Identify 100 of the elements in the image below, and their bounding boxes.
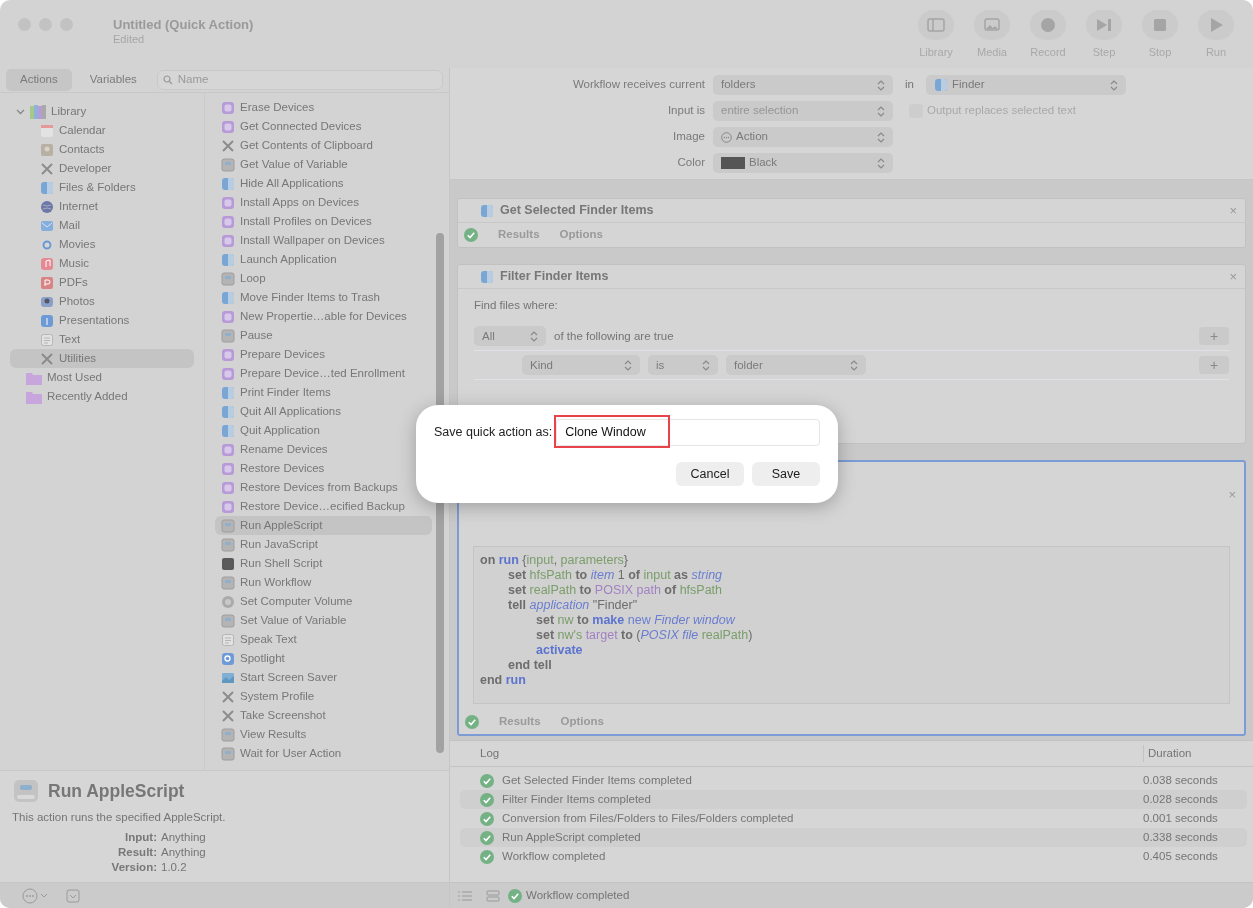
smart-group-item[interactable]: Recently Added (10, 387, 194, 406)
dropdown[interactable]: Kind (522, 355, 640, 376)
dialog-button[interactable]: Save (752, 462, 820, 486)
books-icon (30, 104, 46, 119)
pdf-document-icon (40, 275, 54, 290)
step-icon (1094, 16, 1114, 34)
smart-group-item[interactable]: Most Used (10, 368, 194, 387)
action-item[interactable]: Speak Text (215, 630, 432, 649)
action-item[interactable]: Print Finder Items (215, 383, 432, 402)
action-item[interactable]: Start Screen Saver (215, 668, 432, 687)
sidebar-icon (926, 16, 946, 34)
rounded-square-icon (221, 499, 235, 514)
close-button[interactable]: × (1229, 270, 1237, 283)
category-item[interactable]: Presentations (10, 311, 194, 330)
category-item[interactable]: Files & Folders (10, 178, 194, 197)
action-item[interactable]: Install Profiles on Devices (215, 212, 432, 231)
log-duration: 0.038 seconds (1143, 772, 1219, 788)
dropdown[interactable]: folders (713, 75, 893, 95)
action-item[interactable]: Restore Devices (215, 459, 432, 478)
category-item[interactable]: Contacts (10, 140, 194, 159)
action-item[interactable]: Wait for User Action (215, 744, 432, 763)
close-button[interactable]: × (1229, 204, 1237, 217)
rounded-square-icon (221, 233, 235, 248)
tab[interactable]: Variables (75, 69, 151, 91)
action-item[interactable]: Loop (215, 269, 432, 288)
action-item[interactable]: Get Value of Variable (215, 155, 432, 174)
card-tab[interactable]: Options (559, 226, 603, 244)
dropdown[interactable]: Finder (925, 75, 1126, 95)
add-button[interactable]: + (1199, 356, 1229, 375)
category-item[interactable]: Internet (10, 197, 194, 216)
category-item[interactable]: Calendar (10, 121, 194, 140)
action-item[interactable]: Get Contents of Clipboard (215, 136, 432, 155)
app-tile-icon (221, 176, 235, 191)
action-item[interactable]: Spotlight (215, 649, 432, 668)
checkmark-circle-icon (465, 715, 479, 729)
rounded-square-icon (221, 347, 235, 362)
action-item[interactable]: Prepare Devices (215, 345, 432, 364)
robot-icon (221, 518, 235, 533)
card-tab[interactable]: Options (560, 713, 604, 731)
add-button[interactable]: + (1199, 327, 1229, 346)
action-item[interactable]: Get Connected Devices (215, 117, 432, 136)
log-entry: Filter Finder Items completed (502, 791, 651, 807)
action-item[interactable]: Quit All Applications (215, 402, 432, 421)
category-item[interactable]: Mail (10, 216, 194, 235)
split-view-icon[interactable] (486, 889, 500, 902)
dropdown[interactable]: Black (713, 153, 893, 173)
action-item[interactable]: Pause (215, 326, 432, 345)
action-item[interactable]: Quit Application (215, 421, 432, 440)
category-item[interactable]: Developer (10, 159, 194, 178)
chevron-down-icon[interactable] (16, 107, 25, 116)
robot-icon (221, 575, 235, 590)
action-item[interactable]: Prepare Device…ted Enrollment (215, 364, 432, 383)
action-item[interactable]: Launch Application (215, 250, 432, 269)
category-item[interactable]: Utilities (10, 349, 194, 368)
action-item[interactable]: Erase Devices (215, 98, 432, 117)
action-item[interactable]: Run Workflow (215, 573, 432, 592)
dropdown[interactable]: is (648, 355, 718, 376)
action-item[interactable]: View Results (215, 725, 432, 744)
action-item[interactable]: New Propertie…able for Devices (215, 307, 432, 326)
dropdown[interactable]: Action (713, 127, 893, 147)
category-item[interactable]: PDFs (10, 273, 194, 292)
action-item[interactable]: Rename Devices (215, 440, 432, 459)
dialog-button[interactable]: Cancel (676, 462, 744, 486)
library-item[interactable]: Library (10, 102, 194, 121)
robot-icon (221, 157, 235, 172)
card-tab[interactable]: Results (499, 713, 541, 731)
category-item[interactable]: Text (10, 330, 194, 349)
action-item[interactable]: Set Value of Variable (215, 611, 432, 630)
action-item[interactable]: Run Shell Script (215, 554, 432, 573)
action-item[interactable]: Set Computer Volume (215, 592, 432, 611)
dropdown[interactable]: folder (726, 355, 866, 376)
app-tile-icon (480, 203, 494, 218)
action-item[interactable]: Move Finder Items to Trash (215, 288, 432, 307)
category-item[interactable]: Music (10, 254, 194, 273)
close-button[interactable]: × (1228, 487, 1236, 501)
document-icon (40, 332, 54, 347)
action-item[interactable]: Install Apps on Devices (215, 193, 432, 212)
dropdown[interactable]: All (474, 326, 546, 347)
action-item[interactable]: Restore Device…ecified Backup (215, 497, 432, 516)
action-item[interactable]: Restore Devices from Backups (215, 478, 432, 497)
category-item[interactable]: Movies (10, 235, 194, 254)
action-item[interactable]: Hide All Applications (215, 174, 432, 193)
action-item[interactable]: Run JavaScript (215, 535, 432, 554)
search-field[interactable]: Name (156, 70, 443, 90)
list-icon[interactable] (458, 889, 472, 902)
action-item[interactable]: Take Screenshot (215, 706, 432, 725)
action-item[interactable]: Run AppleScript (215, 516, 432, 535)
setting-label: Input is (666, 103, 706, 119)
tab[interactable]: Actions (6, 69, 72, 91)
action-item[interactable]: System Profile (215, 687, 432, 706)
action-item[interactable]: Install Wallpaper on Devices (215, 231, 432, 250)
tray-icon[interactable] (66, 888, 80, 903)
rounded-square-icon (221, 214, 235, 229)
category-item[interactable]: Photos (10, 292, 194, 311)
photo-icon (982, 16, 1002, 34)
robot-icon (221, 271, 235, 286)
card-tab[interactable]: Results (498, 226, 540, 244)
app-tile-icon (221, 423, 235, 438)
more-options-icon[interactable] (22, 887, 50, 904)
rounded-square-icon (221, 461, 235, 476)
